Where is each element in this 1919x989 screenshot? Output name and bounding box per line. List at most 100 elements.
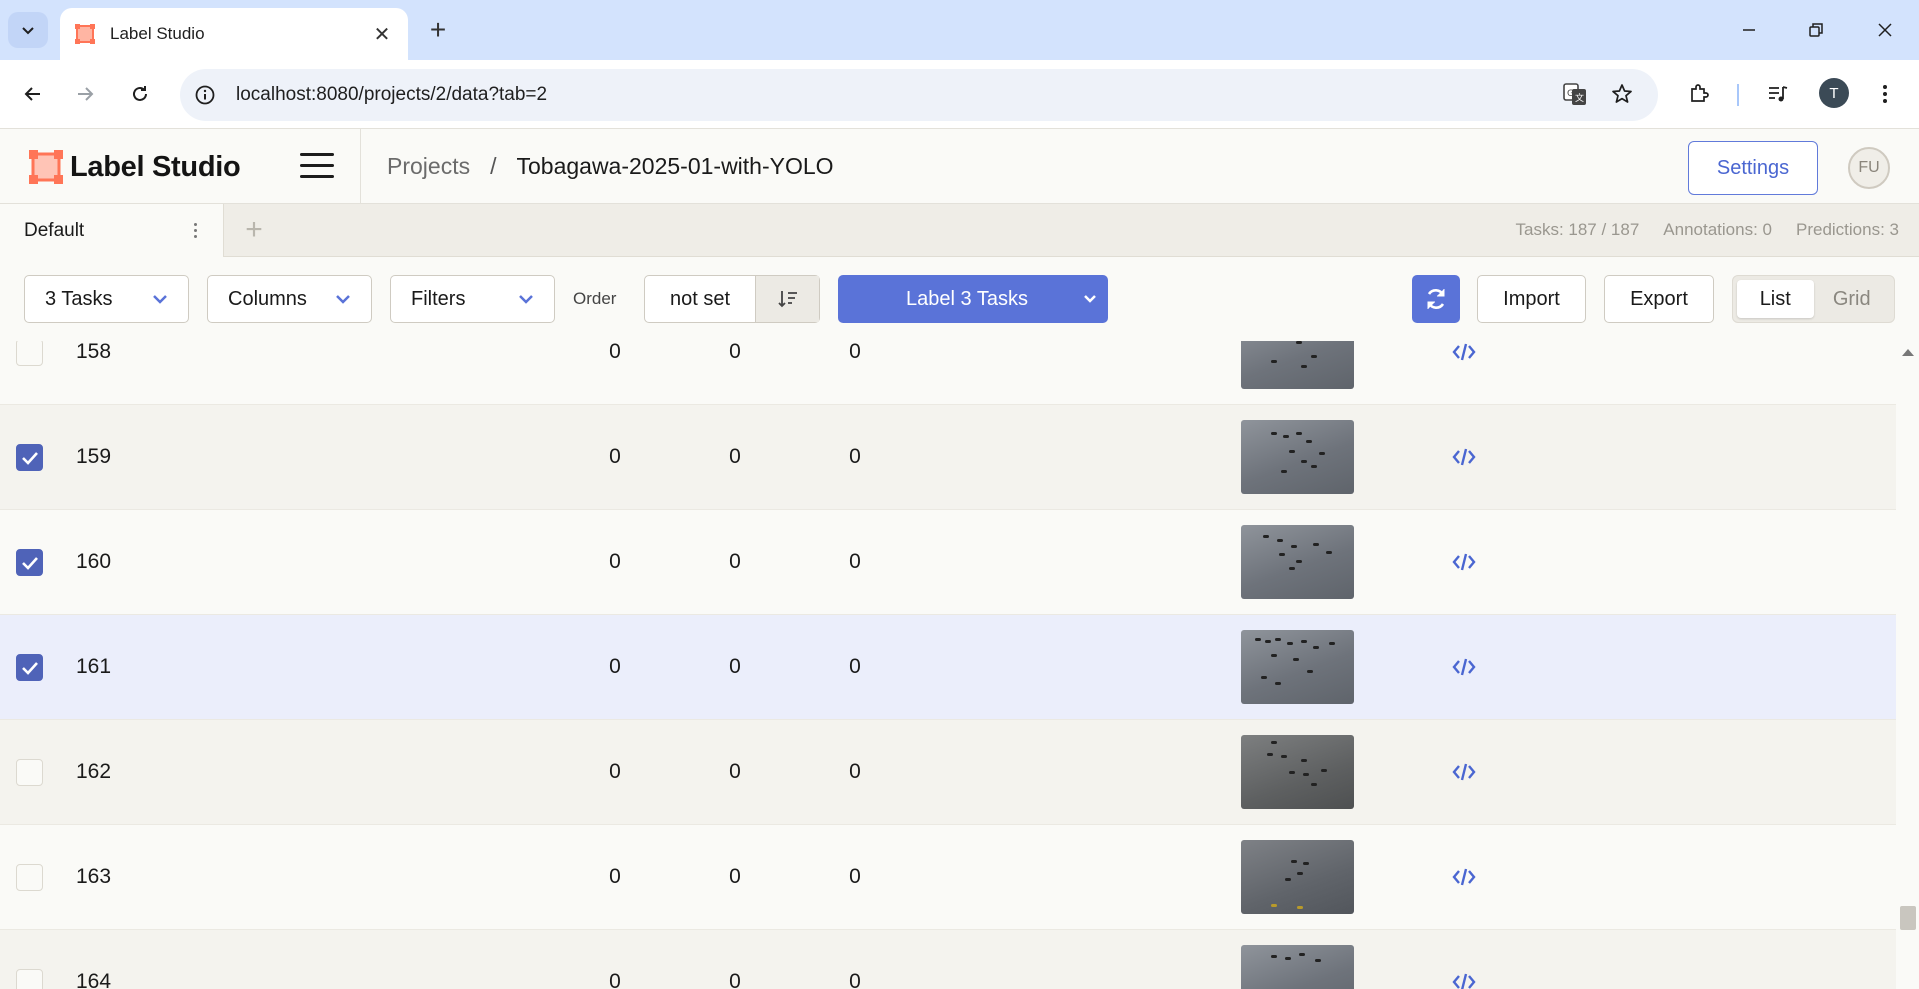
completed-count: 0 bbox=[609, 760, 621, 783]
code-icon[interactable] bbox=[1452, 762, 1476, 782]
browser-menu-button[interactable] bbox=[1867, 76, 1903, 112]
import-button[interactable]: Import bbox=[1477, 275, 1586, 323]
row-checkbox[interactable] bbox=[16, 864, 43, 891]
address-bar[interactable]: localhost:8080/projects/2/data?tab=2 bbox=[180, 69, 1658, 121]
task-image-thumbnail[interactable] bbox=[1241, 945, 1354, 989]
minimize-icon bbox=[1743, 29, 1755, 31]
tasks-actions-label: 3 Tasks bbox=[45, 287, 113, 310]
label-tasks-button[interactable]: Label 3 Tasks bbox=[838, 275, 1108, 323]
arrow-left-icon bbox=[24, 87, 40, 101]
code-icon[interactable] bbox=[1452, 342, 1476, 362]
row-checkbox[interactable] bbox=[16, 444, 43, 471]
row-checkbox[interactable] bbox=[16, 969, 43, 989]
breadcrumb: Projects / Tobagawa-2025-01-with-YOLO bbox=[387, 153, 834, 180]
cancelled-count: 0 bbox=[729, 550, 741, 573]
list-view-option[interactable]: List bbox=[1737, 280, 1814, 318]
table-row[interactable]: 162 0 0 0 bbox=[0, 720, 1896, 825]
cancelled-count: 0 bbox=[729, 970, 741, 989]
scrollbar-thumb[interactable] bbox=[1900, 906, 1916, 930]
predictions-count: Predictions: 3 bbox=[1796, 220, 1899, 239]
table-row[interactable]: 158 0 0 0 bbox=[0, 341, 1896, 405]
site-info-icon[interactable] bbox=[194, 84, 216, 106]
star-icon bbox=[1612, 84, 1632, 103]
browser-tabstrip: Label Studio ✕ + bbox=[0, 0, 1919, 60]
back-button[interactable] bbox=[15, 76, 51, 112]
task-image-thumbnail[interactable] bbox=[1241, 630, 1354, 704]
completed-count: 0 bbox=[609, 445, 621, 468]
table-scrollbar[interactable] bbox=[1896, 341, 1919, 989]
tasks-count: Tasks: 187 / 187 bbox=[1515, 220, 1640, 239]
settings-button[interactable]: Settings bbox=[1688, 141, 1818, 195]
task-image-thumbnail[interactable] bbox=[1241, 840, 1354, 914]
table-row[interactable]: 164 0 0 0 bbox=[0, 930, 1896, 989]
restore-button[interactable] bbox=[1792, 12, 1840, 48]
order-field-select[interactable]: not set bbox=[645, 276, 755, 322]
tab-options-icon[interactable] bbox=[183, 223, 207, 238]
restore-icon bbox=[1809, 23, 1823, 37]
extensions-button[interactable] bbox=[1681, 76, 1717, 112]
cancelled-count: 0 bbox=[729, 445, 741, 468]
label-tasks-text: Label 3 Tasks bbox=[906, 287, 1028, 310]
code-icon[interactable] bbox=[1452, 447, 1476, 467]
breadcrumb-project-name[interactable]: Tobagawa-2025-01-with-YOLO bbox=[516, 153, 833, 180]
code-icon[interactable] bbox=[1452, 552, 1476, 572]
reload-button[interactable] bbox=[122, 76, 158, 112]
task-id: 158 bbox=[76, 341, 112, 363]
row-checkbox[interactable] bbox=[16, 759, 43, 786]
bookmark-button[interactable] bbox=[1604, 76, 1640, 112]
label-options-dropdown[interactable] bbox=[1072, 294, 1108, 304]
export-button[interactable]: Export bbox=[1604, 275, 1714, 323]
row-checkbox[interactable] bbox=[16, 341, 43, 366]
sort-direction-button[interactable] bbox=[755, 276, 819, 322]
cancelled-count: 0 bbox=[729, 655, 741, 678]
new-tab-button[interactable]: + bbox=[422, 14, 454, 46]
annotations-count: Annotations: 0 bbox=[1663, 220, 1772, 239]
code-icon[interactable] bbox=[1452, 867, 1476, 887]
chevron-down-icon bbox=[1084, 295, 1096, 303]
order-control: not set bbox=[644, 275, 820, 323]
profile-avatar[interactable]: T bbox=[1819, 78, 1849, 108]
tab-default[interactable]: Default bbox=[0, 204, 224, 257]
add-view-button[interactable]: + bbox=[238, 213, 270, 246]
translate-button[interactable]: G文 bbox=[1557, 76, 1593, 112]
row-checkbox[interactable] bbox=[16, 654, 43, 681]
hamburger-menu-icon[interactable] bbox=[300, 153, 334, 181]
media-control-button[interactable] bbox=[1760, 76, 1796, 112]
completed-count: 0 bbox=[609, 865, 621, 888]
browser-tab-active[interactable]: Label Studio ✕ bbox=[60, 8, 408, 60]
close-tab-icon[interactable]: ✕ bbox=[370, 22, 394, 47]
columns-label: Columns bbox=[228, 287, 307, 310]
grid-view-option[interactable]: Grid bbox=[1814, 280, 1891, 318]
table-row[interactable]: 160 0 0 0 bbox=[0, 510, 1896, 615]
refresh-button[interactable] bbox=[1412, 275, 1460, 323]
task-image-thumbnail[interactable] bbox=[1241, 735, 1354, 809]
project-stats: Tasks: 187 / 187 Annotations: 0 Predicti… bbox=[1515, 220, 1899, 240]
predictions-count: 0 bbox=[849, 970, 861, 989]
task-image-thumbnail[interactable] bbox=[1241, 525, 1354, 599]
predictions-count: 0 bbox=[849, 760, 861, 783]
data-manager-toolbar: 3 Tasks Columns Filters Order not set La… bbox=[0, 257, 1919, 341]
tab-search-button[interactable] bbox=[8, 12, 48, 48]
logo-text: Label Studio bbox=[70, 150, 241, 183]
user-avatar[interactable]: FU bbox=[1848, 147, 1890, 189]
filters-dropdown[interactable]: Filters bbox=[390, 275, 555, 323]
forward-button[interactable] bbox=[67, 76, 103, 112]
tasks-actions-dropdown[interactable]: 3 Tasks bbox=[24, 275, 189, 323]
table-row[interactable]: 163 0 0 0 bbox=[0, 825, 1896, 930]
table-row[interactable]: 161 0 0 0 bbox=[0, 615, 1896, 720]
music-queue-icon bbox=[1769, 86, 1788, 102]
code-icon[interactable] bbox=[1452, 657, 1476, 677]
breadcrumb-projects-link[interactable]: Projects bbox=[387, 153, 470, 180]
code-icon[interactable] bbox=[1452, 972, 1476, 989]
row-checkbox[interactable] bbox=[16, 549, 43, 576]
minimize-button[interactable] bbox=[1725, 12, 1773, 48]
scroll-up-arrow-icon[interactable] bbox=[1902, 349, 1914, 356]
task-image-thumbnail[interactable] bbox=[1241, 341, 1354, 389]
columns-dropdown[interactable]: Columns bbox=[207, 275, 372, 323]
app-logo[interactable]: Label Studio bbox=[28, 149, 241, 185]
table-row[interactable]: 159 0 0 0 bbox=[0, 405, 1896, 510]
browser-toolbar: localhost:8080/projects/2/data?tab=2 G文 … bbox=[0, 60, 1919, 128]
task-image-thumbnail[interactable] bbox=[1241, 420, 1354, 494]
checkmark-icon bbox=[21, 451, 38, 465]
close-window-button[interactable] bbox=[1861, 12, 1909, 48]
